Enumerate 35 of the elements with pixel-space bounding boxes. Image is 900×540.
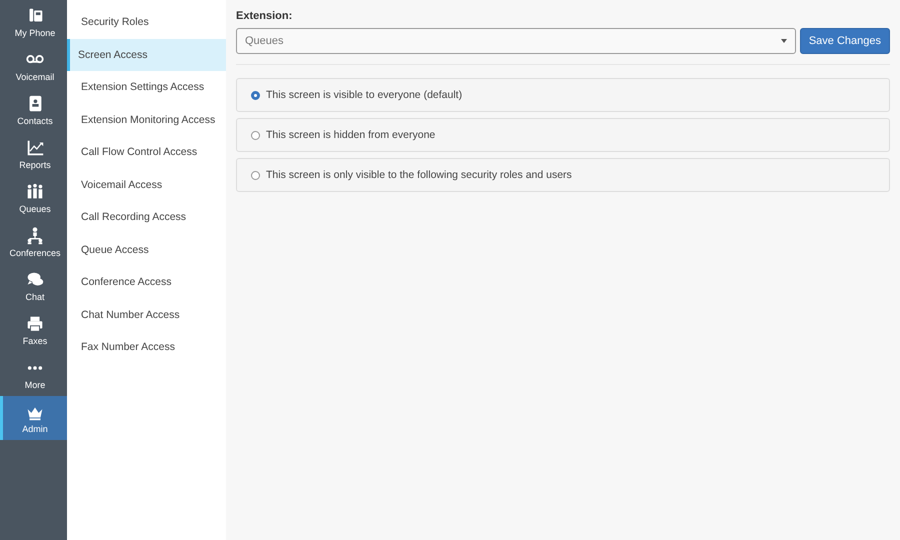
submenu-item[interactable]: Queue Access [67,234,226,266]
nav-item[interactable]: Reports [0,132,67,176]
network-icon [25,226,45,246]
printer-icon [25,314,45,334]
extension-dropdown[interactable]: Queues [236,28,796,54]
submenu-item[interactable]: Call Flow Control Access [67,136,226,168]
submenu-item[interactable]: Screen Access [67,38,226,71]
submenu-item[interactable]: Security Roles [67,6,226,38]
submenu-item[interactable]: Voicemail Access [67,168,226,201]
radio-button[interactable] [251,130,260,140]
radio-option[interactable]: This screen is only visible to the following security roles and users [236,158,890,192]
nav-item[interactable]: Faxes [0,308,67,352]
nav-item[interactable]: Chat [0,264,67,308]
field-label: Extension: [236,10,294,22]
more-icon [27,365,43,371]
submenu-item[interactable]: Extension Settings Access [67,71,226,104]
nav-item[interactable]: Admin [0,396,67,440]
nav-item[interactable]: Conferences [0,220,67,264]
nav-item[interactable]: My Phone [0,0,67,44]
submenu-item[interactable]: Conference Access [67,266,226,298]
save-button[interactable]: Save Changes [800,28,890,54]
submenu-item[interactable]: Chat Number Access [67,298,226,331]
submenu-item[interactable]: Call Recording Access [67,201,226,234]
nav-item[interactable]: Queues [0,176,67,220]
radio-button[interactable] [251,170,260,180]
caret-icon [780,39,787,43]
radio-option[interactable]: This screen is hidden from everyone [236,118,890,152]
submenu-item[interactable]: Extension Monitoring Access [67,104,226,136]
chart-icon [25,138,45,158]
submenu-item[interactable]: Fax Number Access [67,331,226,364]
nav-item[interactable]: Contacts [0,88,67,132]
nav-item[interactable]: More [0,352,67,396]
nav-item[interactable]: Voicemail [0,44,67,88]
radio-button[interactable] [251,90,260,100]
radio-option[interactable]: This screen is visible to everyone (default) [236,78,890,112]
